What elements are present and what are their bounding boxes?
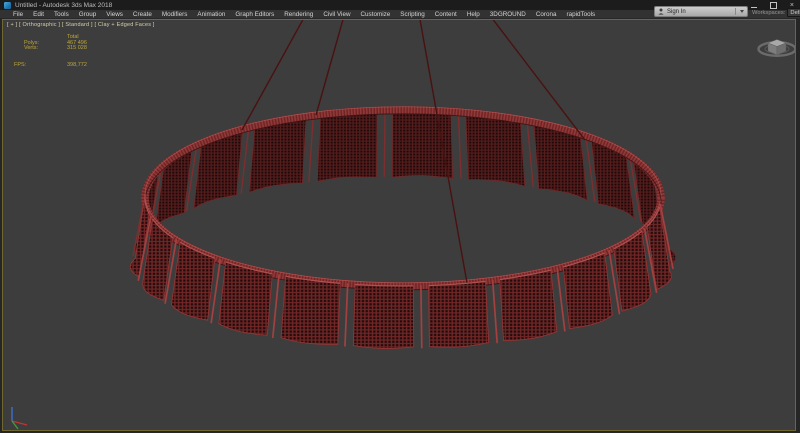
menu-item-graph-editors[interactable]: Graph Editors (235, 11, 274, 18)
scene-canvas[interactable] (3, 20, 795, 430)
window-title: Untitled - Autodesk 3ds Max 2018 (15, 2, 112, 9)
menu-item-views[interactable]: Views (106, 11, 123, 18)
3dsmax-window: { "window": { "title": "Untitled - Autod… (0, 0, 800, 433)
menu-item-customize[interactable]: Customize (361, 11, 391, 18)
menu-item-create[interactable]: Create (133, 11, 152, 18)
sign-in-label: Sign In (667, 9, 686, 15)
viewcube (759, 40, 796, 56)
chandelier-near-panels (130, 194, 673, 348)
stats-fps-value: 398,772 (67, 62, 87, 68)
menu-item-corona[interactable]: Corona (536, 11, 557, 18)
menu-item-modifiers[interactable]: Modifiers (162, 11, 188, 18)
chevron-down-icon[interactable] (740, 10, 744, 13)
menu-item-group[interactable]: Group (79, 11, 97, 18)
menu-item-rendering[interactable]: Rendering (284, 11, 313, 18)
sign-in-button[interactable]: Sign In (654, 6, 748, 17)
menu-item-rapidtools[interactable]: rapidTools (566, 11, 595, 18)
workspaces-control: Workspaces: Default (752, 8, 800, 17)
stats-verts-row: Verts: 315 028 (3, 45, 203, 51)
menu-item-animation[interactable]: Animation (197, 11, 225, 18)
stats-verts-label: Verts: (24, 45, 38, 51)
menubar-items: File Edit Tools Group Views Create Modifiers An… (13, 11, 605, 18)
workspaces-dropdown[interactable]: Default (787, 8, 800, 17)
menu-item-civil-view[interactable]: Civil View (323, 11, 350, 18)
menu-item-3dground[interactable]: 3DGROUND (490, 11, 526, 18)
menu-item-help[interactable]: Help (467, 11, 480, 18)
viewport[interactable]: [ + ] [ Orthographic ] [ Standard ] [ Cl… (2, 19, 796, 431)
menu-item-content[interactable]: Content (435, 11, 457, 18)
axis-gizmo (12, 407, 27, 429)
divider (735, 8, 736, 15)
menu-item-scripting[interactable]: Scripting (400, 11, 425, 18)
viewport-label[interactable]: [ + ] [ Orthographic ] [ Standard ] [ Cl… (7, 22, 155, 28)
app-icon (4, 2, 11, 9)
user-icon (658, 8, 664, 15)
stats-verts-value: 315 028 (67, 45, 87, 51)
menu-item-edit[interactable]: Edit (33, 11, 44, 18)
stats-fps-row: FPS: 398,772 (3, 62, 203, 68)
stats-fps-label: FPS: (14, 62, 26, 68)
chandelier-far-panels (133, 110, 676, 266)
menu-item-file[interactable]: File (13, 11, 23, 18)
menu-item-tools[interactable]: Tools (54, 11, 69, 18)
workspaces-value: Default (790, 10, 800, 16)
workspaces-label: Workspaces: (752, 10, 785, 16)
